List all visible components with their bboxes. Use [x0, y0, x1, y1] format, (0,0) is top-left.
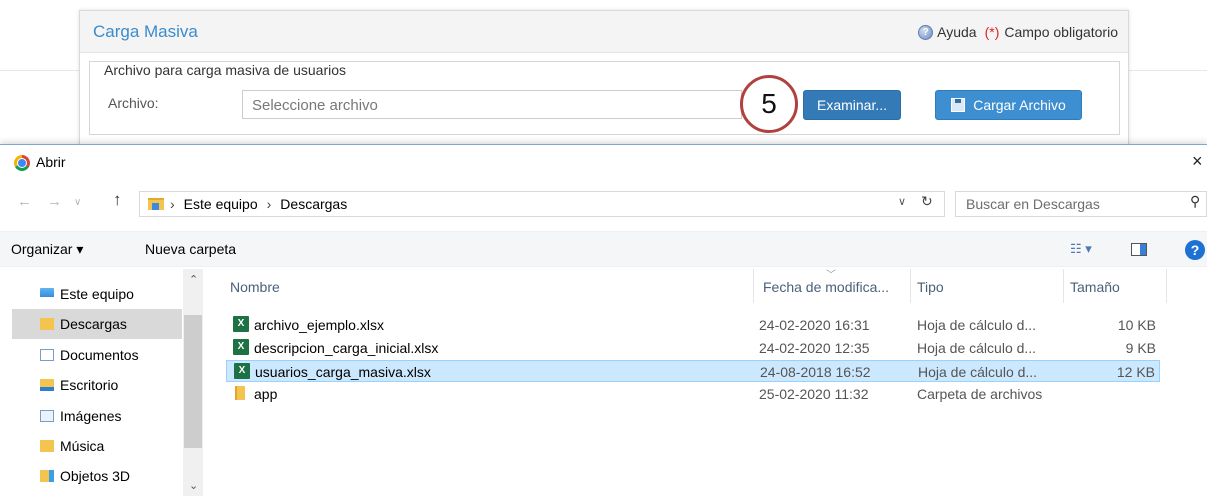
folder-icon	[235, 386, 245, 400]
file-type: Hoja de cálculo d...	[917, 340, 1037, 356]
chrome-icon	[14, 155, 30, 171]
column-separator	[910, 269, 911, 303]
file-size: 12 KB	[1116, 364, 1155, 380]
sidebar-item-label: Descargas	[60, 316, 127, 332]
sidebar-item-musica[interactable]: Música	[12, 431, 182, 461]
file-date: 24-02-2020 12:35	[759, 340, 870, 356]
file-name: app	[254, 386, 278, 402]
breadcrumb-separator-icon: ›	[266, 196, 272, 212]
refresh-icon[interactable]: ↻	[921, 193, 933, 210]
search-icon[interactable]: ⚲	[1190, 193, 1200, 210]
file-row-selected[interactable]: X usuarios_carga_masiva.xlsx 24-08-2018 …	[226, 360, 1160, 382]
breadcrumb-este-equipo[interactable]: Este equipo	[184, 196, 258, 212]
sidebar-item-label: Música	[60, 438, 105, 454]
excel-icon: X	[233, 339, 249, 355]
sidebar-item-label: Escritorio	[60, 377, 119, 393]
dialog-title: Abrir	[36, 154, 66, 170]
downloads-folder-icon	[40, 318, 54, 330]
panel-title: Carga Masiva	[93, 22, 198, 41]
required-label: Campo obligatorio	[1004, 24, 1118, 40]
step-number-callout: 5	[740, 75, 798, 133]
file-size: 9 KB	[1125, 340, 1156, 356]
column-separator	[1166, 269, 1167, 303]
cargar-archivo-button[interactable]: Cargar Archivo	[935, 90, 1082, 120]
column-header-date[interactable]: Fecha de modifica...	[763, 279, 889, 295]
save-icon	[951, 98, 966, 112]
view-options-icon[interactable]: ☷ ▾	[1070, 241, 1092, 257]
search-input[interactable]: Buscar en Descargas	[955, 191, 1207, 217]
file-row[interactable]: X descripcion_carga_inicial.xlsx 24-02-2…	[226, 337, 1160, 359]
web-page: Carga Masiva ? Ayuda (*) Campo obligator…	[0, 0, 1207, 150]
file-type: Hoja de cálculo d...	[918, 364, 1038, 380]
scroll-up-icon[interactable]: ⌃	[189, 273, 198, 286]
file-path-input[interactable]: Seleccione archivo	[242, 90, 742, 119]
scrollbar-thumb[interactable]	[184, 315, 202, 448]
column-header-type[interactable]: Tipo	[917, 279, 944, 295]
sidebar-item-escritorio[interactable]: Escritorio	[12, 370, 182, 400]
downloads-folder-icon	[148, 198, 164, 210]
help-area: ? Ayuda (*) Campo obligatorio	[918, 24, 1118, 40]
back-icon[interactable]: ←	[17, 193, 32, 210]
dialog-toolbar: Organizar ▾ Nueva carpeta ☷ ▾ ?	[0, 231, 1207, 267]
column-header-size[interactable]: Tamaño	[1070, 279, 1120, 295]
sidebar-item-objetos-3d[interactable]: Objetos 3D	[12, 461, 182, 491]
chevron-down-icon[interactable]: ∨	[898, 195, 906, 208]
dialog-titlebar: Abrir ×	[0, 145, 1207, 181]
address-bar[interactable]: › Este equipo › Descargas	[139, 191, 945, 217]
scroll-down-icon[interactable]: ⌄	[189, 479, 198, 492]
file-date: 25-02-2020 11:32	[759, 386, 869, 402]
column-header-name[interactable]: Nombre	[230, 279, 280, 295]
new-folder-button[interactable]: Nueva carpeta	[145, 241, 236, 257]
file-type: Carpeta de archivos	[917, 386, 1043, 402]
file-type: Hoja de cálculo d...	[917, 317, 1037, 333]
file-name: archivo_ejemplo.xlsx	[254, 317, 384, 333]
file-date: 24-02-2020 16:31	[759, 317, 870, 333]
navigation-pane: Este equipo Descargas Documentos Escrito…	[0, 269, 203, 496]
sidebar-item-label: Este equipo	[60, 286, 134, 302]
computer-icon	[40, 288, 54, 297]
address-row: ← → ∨ ↑ › Este equipo › Descargas ∨ ↻ Bu…	[0, 187, 1207, 223]
help-icon[interactable]: ?	[918, 24, 934, 40]
3d-objects-icon	[40, 470, 54, 482]
file-date: 24-08-2018 16:52	[760, 364, 871, 380]
required-mark: (*)	[984, 24, 1000, 40]
sidebar-item-documentos[interactable]: Documentos	[12, 340, 182, 370]
file-name: usuarios_carga_masiva.xlsx	[255, 364, 431, 380]
file-size: 10 KB	[1117, 317, 1156, 333]
sidebar-item-label: Imágenes	[60, 408, 122, 424]
sidebar-item-este-equipo[interactable]: Este equipo	[12, 279, 182, 309]
preview-pane-icon[interactable]	[1131, 243, 1147, 256]
pictures-icon	[40, 410, 54, 422]
recent-locations-icon[interactable]: ∨	[74, 197, 81, 208]
open-file-dialog: Abrir × ← → ∨ ↑ › Este equipo › Descarga…	[0, 144, 1207, 496]
column-separator	[1063, 269, 1064, 303]
column-separator	[753, 269, 754, 303]
close-icon[interactable]: ×	[1192, 151, 1203, 172]
documents-icon	[40, 349, 54, 361]
forward-icon[interactable]: →	[47, 193, 62, 210]
fieldset-legend: Archivo para carga masiva de usuarios	[100, 62, 351, 78]
excel-icon: X	[234, 363, 250, 379]
folder-row[interactable]: app 25-02-2020 11:32 Carpeta de archivos	[226, 383, 1160, 405]
help-icon[interactable]: ?	[1185, 240, 1205, 260]
sidebar-item-label: Objetos 3D	[60, 468, 131, 484]
help-link[interactable]: Ayuda	[937, 24, 976, 40]
excel-icon: X	[233, 316, 249, 332]
sidebar-item-imagenes[interactable]: Imágenes	[12, 401, 182, 431]
panel-header: Carga Masiva ? Ayuda (*) Campo obligator…	[80, 11, 1128, 53]
file-name: descripcion_carga_inicial.xlsx	[254, 340, 439, 356]
organize-button[interactable]: Organizar ▾	[11, 241, 83, 258]
desktop-folder-icon	[40, 379, 54, 391]
music-folder-icon	[40, 440, 54, 452]
sidebar-item-label: Documentos	[60, 347, 139, 363]
file-row[interactable]: X archivo_ejemplo.xlsx 24-02-2020 16:31 …	[226, 314, 1160, 336]
up-folder-icon[interactable]: ↑	[113, 190, 122, 210]
cargar-archivo-label: Cargar Archivo	[973, 97, 1066, 113]
archivo-label: Archivo:	[108, 95, 159, 111]
breadcrumb-separator-icon: ›	[170, 196, 175, 212]
breadcrumb-descargas[interactable]: Descargas	[280, 196, 347, 212]
examinar-button[interactable]: Examinar...	[803, 90, 901, 120]
sidebar-item-descargas[interactable]: Descargas	[12, 309, 182, 339]
file-list: ﹀ Nombre Fecha de modifica... Tipo Tamañ…	[210, 269, 1207, 496]
